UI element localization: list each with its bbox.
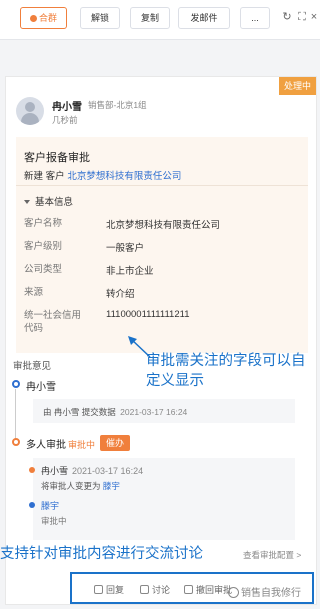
change-text: 将审批人变更为	[41, 481, 101, 491]
section-title: 基本信息	[35, 197, 74, 208]
refresh-icon[interactable]: ↻	[281, 10, 293, 24]
merge-label: 合群	[38, 13, 57, 23]
reply-icon	[94, 585, 103, 594]
unlock-button[interactable]: 解锁	[80, 7, 120, 29]
user-name[interactable]: 冉小雪	[52, 98, 82, 113]
timeline-node-icon	[12, 438, 20, 446]
multi-approval-label: 多人审批	[26, 440, 66, 451]
callout-fields-note: 审批需关注的字段可以自定义显示	[146, 353, 306, 389]
approver-status: 审批中	[41, 516, 67, 526]
record-dot-icon	[29, 502, 35, 508]
withdraw-button[interactable]: 撤回审批	[184, 583, 232, 596]
approval-object-link[interactable]: 北京梦想科技有限责任公司	[67, 171, 181, 182]
copy-button[interactable]: 复制	[130, 7, 170, 29]
approval-title: 客户报备审批	[24, 152, 90, 164]
merge-icon	[29, 15, 37, 22]
wechat-icon	[228, 587, 239, 598]
time-ago: 几秒前	[52, 115, 78, 125]
field-value: 一般客户	[106, 243, 145, 254]
multi-approval-title: 多人审批 审批中	[26, 436, 95, 451]
approval-action: 新建	[24, 171, 44, 182]
approval-detail-box: 冉小雪 2021-03-17 16:24 将审批人变更为 滕宇 滕宇 审批中	[29, 458, 295, 540]
send-mail-button[interactable]: 发邮件	[178, 7, 230, 29]
field-label: 来源	[24, 287, 44, 298]
submit-action: 提交数据	[81, 407, 116, 417]
watermark-text: 销售自我修行	[241, 588, 301, 599]
avatar	[16, 97, 44, 125]
field-value: 非上市企业	[106, 266, 154, 277]
submit-record: 由 冉小雪 提交数据 2021-03-17 16:24	[33, 399, 295, 423]
approval-subtitle: 新建 客户 北京梦想科技有限责任公司	[24, 168, 181, 182]
submitter-name: 冉小雪	[26, 382, 56, 393]
change-record-header: 冉小雪 2021-03-17 16:24	[41, 464, 143, 477]
change-user: 冉小雪	[41, 466, 69, 476]
record-dot-icon	[29, 467, 35, 473]
remind-button[interactable]: 催办	[100, 435, 131, 451]
discuss-icon	[140, 585, 149, 594]
caret-down-icon	[24, 200, 30, 204]
top-toolbar: 合群 解锁 复制 发邮件 ... ↻ ⛶ ×	[0, 0, 320, 40]
discuss-label: 讨论	[152, 585, 171, 595]
approval-object-type: 客户	[45, 171, 65, 182]
field-value: 转介绍	[106, 289, 135, 300]
submit-user: 冉小雪	[53, 407, 80, 417]
divider	[16, 185, 308, 186]
submit-prefix: 由	[43, 407, 52, 417]
field-label: 公司类型	[24, 264, 63, 275]
field-label: 统一社会信用代码	[24, 310, 82, 334]
timeline-line	[15, 389, 16, 439]
discuss-button[interactable]: 讨论	[140, 583, 170, 596]
change-time: 2021-03-17 16:24	[72, 466, 144, 476]
reply-button[interactable]: 回复	[94, 583, 124, 596]
submit-time: 2021-03-17 16:24	[120, 407, 188, 417]
change-record-text: 将审批人变更为 滕宇	[41, 480, 120, 492]
view-config-link[interactable]: 查看审批配置 >	[243, 549, 301, 561]
field-value: 11100001111111211	[106, 309, 190, 320]
merge-button[interactable]: 合群	[20, 7, 67, 29]
field-label: 客户级别	[24, 241, 63, 252]
reply-label: 回复	[106, 585, 125, 595]
field-value: 北京梦想科技有限责任公司	[106, 220, 221, 231]
expand-icon[interactable]: ⛶	[296, 10, 308, 24]
opinion-label: 审批意见	[13, 361, 52, 372]
close-icon[interactable]: ×	[308, 10, 320, 24]
watermark: 销售自我修行	[228, 584, 301, 599]
approval-page: 合群 解锁 复制 发邮件 ... ↻ ⛶ × 处理中 冉小雪 销售部-北京1组 …	[0, 0, 320, 609]
more-button[interactable]: ...	[240, 7, 270, 29]
multi-approval-state: 审批中	[68, 440, 96, 450]
status-badge: 处理中	[278, 77, 316, 95]
approval-box: 客户报备审批 新建 客户 北京梦想科技有限责任公司 基本信息 客户名称 北京梦想…	[16, 137, 308, 353]
user-department: 销售部-北京1组	[88, 100, 147, 110]
submit-record-text: 由 冉小雪 提交数据 2021-03-17 16:24	[43, 406, 187, 418]
approver-link[interactable]: 滕宇	[41, 499, 59, 512]
withdraw-icon	[184, 585, 193, 594]
section-basic-info[interactable]: 基本信息	[24, 194, 73, 208]
field-label: 客户名称	[24, 218, 63, 229]
withdraw-label: 撤回审批	[196, 585, 233, 595]
change-target-link[interactable]: 滕宇	[103, 481, 120, 491]
timeline-node-icon	[12, 380, 20, 388]
